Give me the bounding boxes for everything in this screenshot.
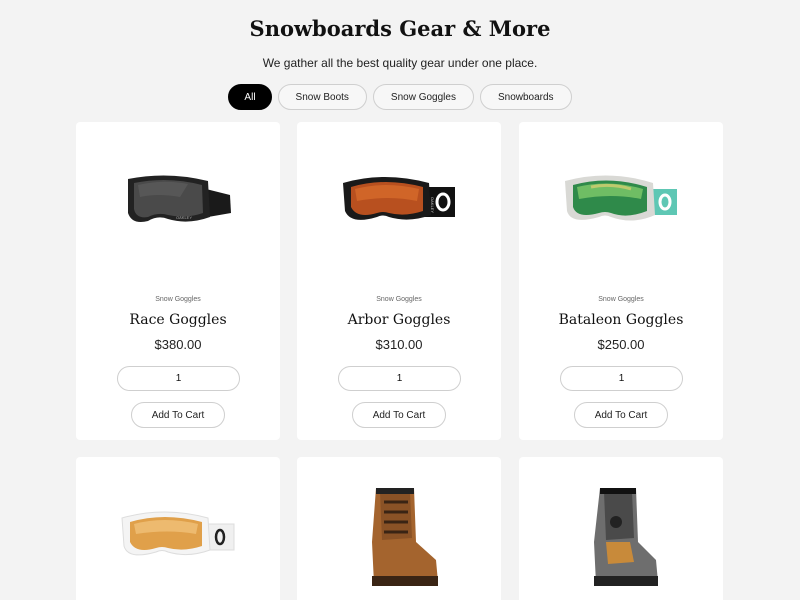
product-card: OAKLEY Snow Goggles Race Goggles $380.00… <box>76 122 280 440</box>
add-to-cart-button[interactable]: Add To Cart <box>131 402 225 428</box>
product-card: OAKLEY Snow Goggles Arbor Goggles $310.0… <box>297 122 501 440</box>
orange-lens-goggles-image[interactable]: OAKLEY <box>297 142 501 262</box>
filter-all[interactable]: All <box>228 84 272 110</box>
product-card <box>76 457 280 600</box>
quantity-input[interactable] <box>338 366 461 391</box>
page-title: Snowboards Gear & More <box>249 16 551 41</box>
product-card: Snow Goggles Bataleon Goggles $250.00 Ad… <box>519 122 723 440</box>
quantity-input[interactable] <box>560 366 683 391</box>
product-price: $250.00 <box>597 337 645 352</box>
product-price: $310.00 <box>375 337 423 352</box>
brown-snow-boot-image[interactable] <box>297 477 501 597</box>
black-goggles-image[interactable]: OAKLEY <box>76 142 280 262</box>
product-card <box>519 457 723 600</box>
product-category: Snow Goggles <box>376 296 422 303</box>
white-goggles-image[interactable] <box>76 477 280 597</box>
product-name[interactable]: Bataleon Goggles <box>519 312 723 328</box>
product-category: Snow Goggles <box>155 296 201 303</box>
product-name[interactable]: Arbor Goggles <box>297 312 501 328</box>
filter-snow-boots[interactable]: Snow Boots <box>277 84 367 110</box>
page: Snowboards Gear & More We gather all the… <box>0 0 800 600</box>
filter-snowboards[interactable]: Snowboards <box>479 84 572 110</box>
grey-snow-boot-image[interactable] <box>519 477 723 597</box>
quantity-input[interactable] <box>117 366 240 391</box>
add-to-cart-button[interactable]: Add To Cart <box>574 402 668 428</box>
add-to-cart-button[interactable]: Add To Cart <box>352 402 446 428</box>
product-category: Snow Goggles <box>598 296 644 303</box>
product-name[interactable]: Race Goggles <box>76 312 280 328</box>
filter-snow-goggles[interactable]: Snow Goggles <box>372 84 474 110</box>
product-price: $380.00 <box>154 337 202 352</box>
category-filters: All Snow Boots Snow Goggles Snowboards <box>0 84 800 110</box>
svg-text:OAKLEY: OAKLEY <box>176 215 192 220</box>
green-lens-goggles-image[interactable] <box>519 142 723 262</box>
svg-text:OAKLEY: OAKLEY <box>430 197 435 213</box>
page-subtitle: We gather all the best quality gear unde… <box>262 56 538 70</box>
product-card <box>297 457 501 600</box>
